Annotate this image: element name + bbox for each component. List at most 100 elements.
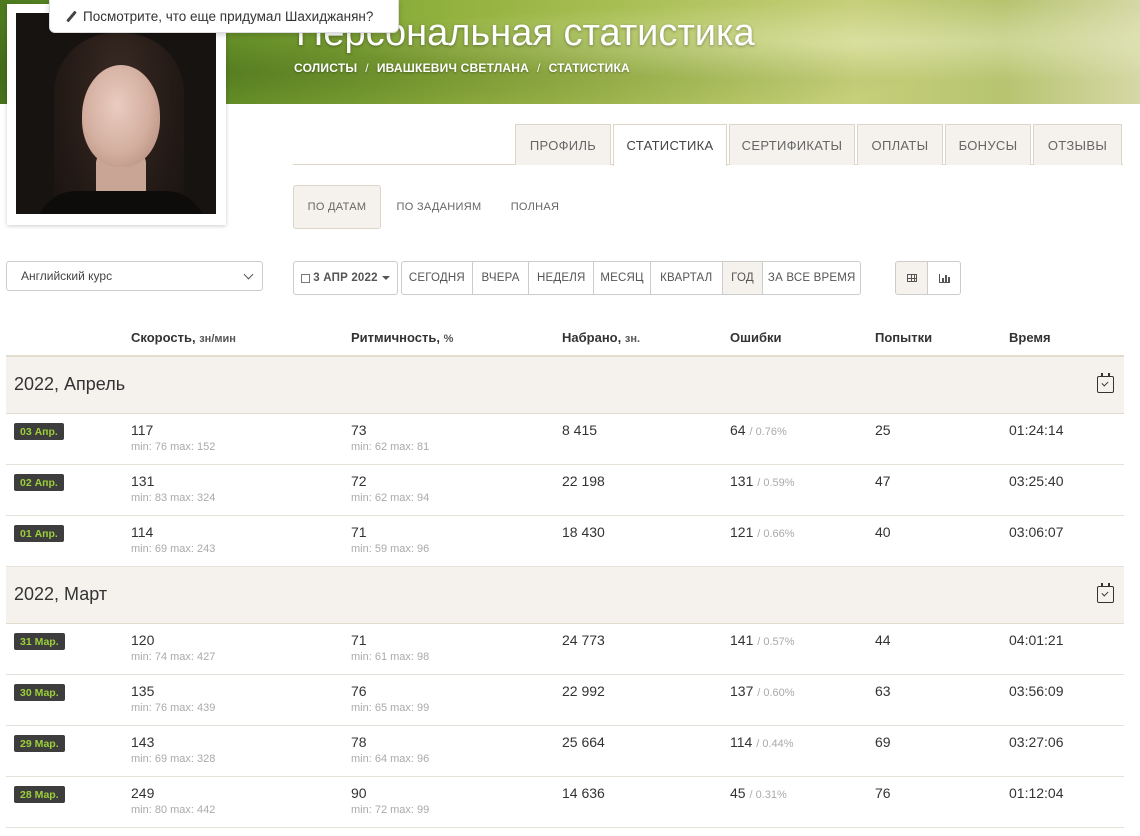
speed-cell: 249 min: 80 max: 442 bbox=[131, 785, 216, 816]
tab-profile[interactable]: ПРОФИЛЬ bbox=[515, 124, 611, 165]
table-view-button[interactable] bbox=[896, 262, 929, 294]
breadcrumb-current: СТАТИСТИКА bbox=[548, 61, 630, 75]
attempts-cell: 25 bbox=[875, 422, 891, 438]
speed-cell: 135 min: 76 max: 439 bbox=[131, 683, 216, 714]
caret-down-icon bbox=[381, 276, 390, 280]
range-month[interactable]: МЕСЯЦ bbox=[594, 262, 651, 294]
rhythm-cell: 71 min: 61 max: 98 bbox=[351, 632, 430, 663]
month-title: 2022, Апрель bbox=[14, 374, 126, 394]
typed-cell: 22 992 bbox=[562, 683, 605, 699]
rhythm-cell: 90 min: 72 max: 99 bbox=[351, 785, 430, 816]
errors-cell: 114 / 0.44% bbox=[730, 734, 794, 750]
range-year[interactable]: ГОД bbox=[722, 262, 764, 294]
table-header: Скорость, зн/мин Ритмичность, % Набрано,… bbox=[6, 318, 1124, 357]
errors-cell: 141 / 0.57% bbox=[730, 632, 795, 648]
avatar bbox=[7, 4, 226, 225]
attempts-cell: 69 bbox=[875, 734, 891, 750]
date-badge[interactable]: 02 Апр. bbox=[14, 474, 64, 491]
table-row: 03 Апр. 117 min: 76 max: 152 73 min: 62 max:… bbox=[6, 414, 1124, 465]
rhythm-cell: 72 min: 62 max: 94 bbox=[351, 473, 430, 504]
range-today[interactable]: СЕГОДНЯ bbox=[402, 262, 473, 294]
breadcrumb-separator: / bbox=[365, 61, 369, 75]
time-cell: 01:12:04 bbox=[1009, 785, 1064, 801]
tab-reviews[interactable]: ОТЗЫВЫ bbox=[1033, 124, 1122, 165]
column-rhythm[interactable]: Ритмичность, % bbox=[351, 330, 453, 345]
speed-cell: 114 min: 69 max: 243 bbox=[131, 524, 216, 555]
range-group: СЕГОДНЯ ВЧЕРА НЕДЕЛЯ МЕСЯЦ КВАРТАЛ ГОД З… bbox=[401, 261, 861, 295]
typed-cell: 25 664 bbox=[562, 734, 605, 750]
errors-cell: 121 / 0.66% bbox=[730, 524, 795, 540]
tab-certificates[interactable]: СЕРТИФИКАТЫ bbox=[729, 124, 855, 165]
breadcrumb-soloists[interactable]: СОЛИСТЫ bbox=[294, 61, 357, 75]
calendar-icon bbox=[301, 273, 311, 283]
promo-tooltip[interactable]: Посмотрите, что еще придумал Шахиджанян? bbox=[49, 0, 399, 33]
time-cell: 01:24:14 bbox=[1009, 422, 1064, 438]
table-row: 30 Мар. 135 min: 76 max: 439 76 min: 65 max:… bbox=[6, 675, 1124, 726]
table-row: 02 Апр. 131 min: 83 max: 324 72 min: 62 max:… bbox=[6, 465, 1124, 516]
attempts-cell: 63 bbox=[875, 683, 891, 699]
bar-chart-icon bbox=[938, 273, 950, 283]
rhythm-cell: 71 min: 59 max: 96 bbox=[351, 524, 430, 555]
date-badge[interactable]: 30 Мар. bbox=[14, 684, 65, 701]
tab-statistics[interactable]: СТАТИСТИКА bbox=[613, 124, 727, 166]
chart-view-button[interactable] bbox=[928, 262, 960, 294]
errors-cell: 131 / 0.59% bbox=[730, 473, 795, 489]
view-toggle bbox=[895, 261, 961, 295]
column-speed[interactable]: Скорость, зн/мин bbox=[131, 330, 236, 345]
table-icon bbox=[906, 274, 917, 282]
breadcrumb: СОЛИСТЫ / ИВАШКЕВИЧ СВЕТЛАНА / СТАТИСТИКА bbox=[294, 61, 630, 75]
typed-cell: 8 415 bbox=[562, 422, 598, 438]
rhythm-cell: 78 min: 64 max: 96 bbox=[351, 734, 430, 765]
month-group-header: 2022, Апрель bbox=[6, 357, 1124, 414]
range-quarter[interactable]: КВАРТАЛ bbox=[651, 262, 723, 294]
date-badge[interactable]: 01 Апр. bbox=[14, 525, 64, 542]
calendar-check-icon[interactable] bbox=[1097, 583, 1114, 603]
speed-cell: 131 min: 83 max: 324 bbox=[131, 473, 216, 504]
chevron-down-icon bbox=[243, 269, 254, 280]
typed-cell: 22 198 bbox=[562, 473, 605, 489]
course-select[interactable]: Английский курс bbox=[6, 261, 263, 291]
calendar-check-icon[interactable] bbox=[1097, 373, 1114, 393]
table-row: 01 Апр. 114 min: 69 max: 243 71 min: 59 max:… bbox=[6, 516, 1124, 567]
time-cell: 03:06:07 bbox=[1009, 524, 1064, 540]
subtab-full[interactable]: ПОЛНАЯ bbox=[500, 185, 570, 229]
date-picker-button[interactable]: 3 АПР 2022 bbox=[293, 261, 398, 295]
speed-cell: 117 min: 76 max: 152 bbox=[131, 422, 216, 453]
range-all-time[interactable]: ЗА ВСЕ ВРЕМЯ bbox=[763, 262, 860, 294]
month-group-header: 2022, Март bbox=[6, 567, 1124, 624]
breadcrumb-user[interactable]: ИВАШКЕВИЧ СВЕТЛАНА bbox=[377, 61, 529, 75]
column-errors[interactable]: Ошибки bbox=[730, 330, 781, 345]
range-week[interactable]: НЕДЕЛЯ bbox=[529, 262, 595, 294]
errors-cell: 45 / 0.31% bbox=[730, 785, 787, 801]
time-cell: 03:56:09 bbox=[1009, 683, 1064, 699]
column-attempts[interactable]: Попытки bbox=[875, 330, 932, 345]
speed-cell: 120 min: 74 max: 427 bbox=[131, 632, 216, 663]
errors-cell: 137 / 0.60% bbox=[730, 683, 795, 699]
time-cell: 03:27:06 bbox=[1009, 734, 1064, 750]
attempts-cell: 76 bbox=[875, 785, 891, 801]
date-badge[interactable]: 29 Мар. bbox=[14, 735, 65, 752]
subtab-by-dates[interactable]: ПО ДАТАМ bbox=[293, 185, 381, 229]
table-row: 28 Мар. 249 min: 80 max: 442 90 min: 72 max:… bbox=[6, 777, 1124, 828]
errors-cell: 64 / 0.76% bbox=[730, 422, 787, 438]
attempts-cell: 47 bbox=[875, 473, 891, 489]
rhythm-cell: 73 min: 62 max: 81 bbox=[351, 422, 430, 453]
tab-bonuses[interactable]: БОНУСЫ bbox=[945, 124, 1031, 165]
avatar-photo bbox=[16, 13, 216, 214]
tab-payments[interactable]: ОПЛАТЫ bbox=[857, 124, 943, 165]
date-badge[interactable]: 31 Мар. bbox=[14, 633, 65, 650]
range-yesterday[interactable]: ВЧЕРА bbox=[473, 262, 530, 294]
column-time[interactable]: Время bbox=[1009, 330, 1051, 345]
subtab-by-tasks[interactable]: ПО ЗАДАНИЯМ bbox=[388, 185, 490, 229]
table-row: 29 Мар. 143 min: 69 max: 328 78 min: 64 max:… bbox=[6, 726, 1124, 777]
date-picker-label: 3 АПР 2022 bbox=[313, 272, 378, 284]
column-typed[interactable]: Набрано, зн. bbox=[562, 330, 640, 345]
breadcrumb-separator: / bbox=[537, 61, 541, 75]
rhythm-cell: 76 min: 65 max: 99 bbox=[351, 683, 430, 714]
date-badge[interactable]: 03 Апр. bbox=[14, 423, 64, 440]
promo-tooltip-text: Посмотрите, что еще придумал Шахиджанян? bbox=[83, 8, 374, 24]
typed-cell: 24 773 bbox=[562, 632, 605, 648]
date-badge[interactable]: 28 Мар. bbox=[14, 786, 65, 803]
time-cell: 04:01:21 bbox=[1009, 632, 1064, 648]
attempts-cell: 40 bbox=[875, 524, 891, 540]
